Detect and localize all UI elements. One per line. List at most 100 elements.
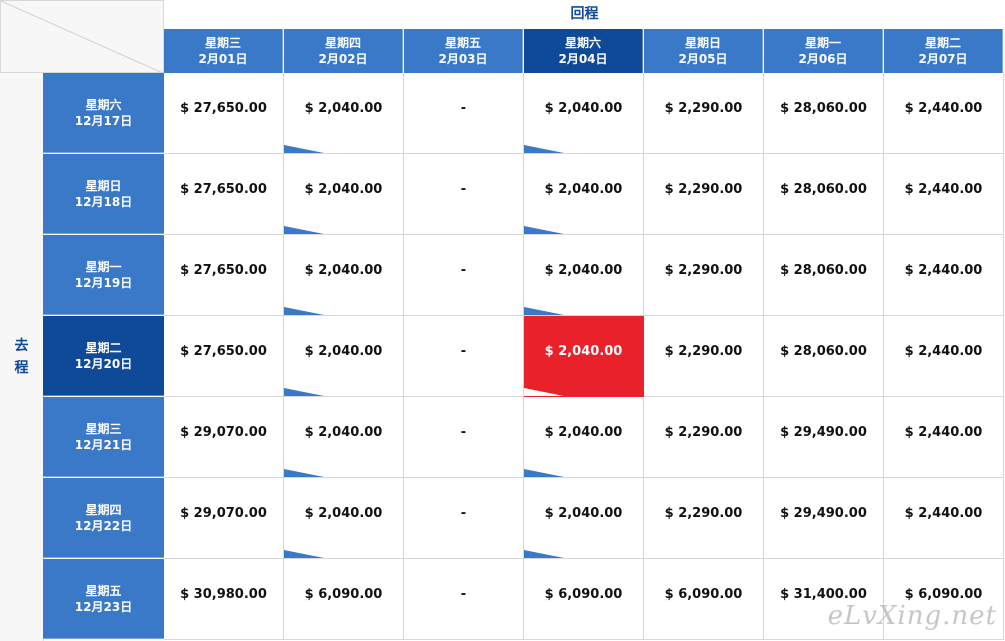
fare-price: $ 2,440.00 (904, 263, 983, 278)
depart-date-header[interactable]: 星期六 12月17日 (43, 73, 164, 153)
return-date-header[interactable]: 星期一 2月06日 (764, 29, 883, 73)
fare-cell[interactable]: $ 2,290.00 (644, 154, 764, 235)
fare-cell[interactable]: $ 2,440.00 (884, 478, 1004, 559)
row-date: 12月23日 (74, 599, 133, 614)
fare-cell[interactable]: $ 28,060.00 (764, 235, 884, 316)
fare-cell[interactable]: $ 2,040.00 (524, 73, 644, 154)
fare-price: $ 31,400.00 (780, 587, 867, 602)
fare-cell[interactable]: $ 2,440.00 (884, 235, 1004, 316)
fare-price: $ 2,290.00 (664, 263, 743, 278)
fare-cell: - (404, 397, 524, 478)
depart-date-header[interactable]: 星期五 12月23日 (43, 559, 164, 639)
fare-price: $ 2,040.00 (304, 425, 383, 440)
fare-price: $ 2,040.00 (544, 425, 623, 440)
promo-flag-icon (284, 226, 324, 234)
fare-cell[interactable]: $ 2,040.00 (284, 235, 404, 316)
fare-cell[interactable]: $ 6,090.00 (644, 559, 764, 640)
fare-cell[interactable]: $ 2,440.00 (884, 154, 1004, 235)
fare-price: - (460, 506, 467, 521)
fare-cell[interactable]: $ 2,040.00 (524, 316, 644, 397)
header-date: 2月01日 (198, 52, 248, 66)
fare-price: $ 2,290.00 (664, 425, 743, 440)
fare-price: $ 2,290.00 (664, 182, 743, 197)
fare-cell: - (404, 154, 524, 235)
fare-cell[interactable]: $ 2,040.00 (524, 478, 644, 559)
fare-cell[interactable]: $ 6,090.00 (284, 559, 404, 640)
fare-cell[interactable]: $ 27,650.00 (164, 235, 284, 316)
row-date: 12月17日 (74, 113, 133, 128)
promo-flag-icon (524, 226, 564, 234)
fare-cell[interactable]: $ 27,650.00 (164, 73, 284, 154)
return-date-header[interactable]: 星期二 2月07日 (884, 29, 1003, 73)
fare-cell[interactable]: $ 2,040.00 (524, 154, 644, 235)
depart-date-header[interactable]: 星期一 12月19日 (43, 235, 164, 315)
fare-cell[interactable]: $ 2,440.00 (884, 316, 1004, 397)
fare-cell[interactable]: $ 2,040.00 (284, 397, 404, 478)
row-weekday: 星期一 (85, 259, 122, 274)
header-weekday: 星期一 (804, 36, 841, 50)
fare-cell[interactable]: $ 2,290.00 (644, 397, 764, 478)
fare-cell[interactable]: $ 30,980.00 (164, 559, 284, 640)
fare-cell[interactable]: $ 28,060.00 (764, 316, 884, 397)
fare-cell[interactable]: $ 29,490.00 (764, 478, 884, 559)
return-date-header[interactable]: 星期日 2月05日 (644, 29, 763, 73)
promo-flag-icon (524, 469, 564, 477)
header-weekday: 星期三 (204, 36, 241, 50)
watermark: eLvXing.net (827, 601, 997, 631)
depart-date-header[interactable]: 星期日 12月18日 (43, 154, 164, 234)
fare-price: $ 2,040.00 (304, 344, 383, 359)
depart-label-column: 去程 (0, 73, 44, 641)
fare-cell[interactable]: $ 2,290.00 (644, 235, 764, 316)
fare-cell[interactable]: $ 27,650.00 (164, 154, 284, 235)
fare-price: - (460, 587, 467, 602)
fare-price: $ 2,440.00 (904, 344, 983, 359)
fare-cell[interactable]: $ 2,040.00 (284, 154, 404, 235)
depart-date-header[interactable]: 星期二 12月20日 (43, 316, 164, 396)
fare-price: $ 6,090.00 (304, 587, 383, 602)
corner-diagonal (1, 1, 165, 74)
depart-date-header[interactable]: 星期四 12月22日 (43, 478, 164, 558)
fare-cell[interactable]: $ 2,040.00 (284, 478, 404, 559)
row-weekday: 星期二 (85, 340, 122, 355)
fare-price: $ 28,060.00 (780, 344, 867, 359)
fare-price: - (460, 425, 467, 440)
fare-cell[interactable]: $ 28,060.00 (764, 154, 884, 235)
fare-cell[interactable]: $ 2,290.00 (644, 316, 764, 397)
fare-cell[interactable]: $ 27,650.00 (164, 316, 284, 397)
fare-cell[interactable]: $ 2,040.00 (284, 316, 404, 397)
fare-price: $ 30,980.00 (180, 587, 267, 602)
fare-cell[interactable]: $ 2,440.00 (884, 73, 1004, 154)
fare-price: $ 2,040.00 (544, 101, 623, 116)
fare-price: $ 2,040.00 (544, 182, 623, 197)
promo-flag-icon (524, 550, 564, 558)
fare-price: $ 6,090.00 (904, 587, 983, 602)
fare-cell[interactable]: $ 2,290.00 (644, 478, 764, 559)
fare-cell[interactable]: $ 2,040.00 (284, 73, 404, 154)
fare-price: $ 29,490.00 (780, 506, 867, 521)
fare-cell[interactable]: $ 28,060.00 (764, 73, 884, 154)
return-date-header[interactable]: 星期四 2月02日 (284, 29, 403, 73)
fare-cell[interactable]: $ 6,090.00 (524, 559, 644, 640)
depart-date-header[interactable]: 星期三 12月21日 (43, 397, 164, 477)
promo-flag-icon (524, 307, 564, 315)
fare-price: $ 2,040.00 (304, 506, 383, 521)
return-date-header[interactable]: 星期三 2月01日 (164, 29, 283, 73)
row-date: 12月20日 (74, 356, 133, 371)
fare-cell[interactable]: $ 2,440.00 (884, 397, 1004, 478)
header-date: 2月05日 (678, 52, 728, 66)
promo-flag-icon (524, 145, 564, 153)
fare-price: $ 6,090.00 (544, 587, 623, 602)
fare-cell[interactable]: $ 2,290.00 (644, 73, 764, 154)
row-date: 12月19日 (74, 275, 133, 290)
header-date: 2月06日 (798, 52, 848, 66)
fare-cell[interactable]: $ 29,070.00 (164, 478, 284, 559)
fare-cell[interactable]: $ 2,040.00 (524, 397, 644, 478)
return-date-header[interactable]: 星期五 2月03日 (404, 29, 523, 73)
fare-cell[interactable]: $ 29,070.00 (164, 397, 284, 478)
return-date-header[interactable]: 星期六 2月04日 (524, 29, 643, 73)
header-weekday: 星期五 (444, 36, 481, 50)
fare-cell[interactable]: $ 2,040.00 (524, 235, 644, 316)
fare-price: $ 28,060.00 (780, 182, 867, 197)
fare-price: $ 2,290.00 (664, 344, 743, 359)
fare-cell[interactable]: $ 29,490.00 (764, 397, 884, 478)
